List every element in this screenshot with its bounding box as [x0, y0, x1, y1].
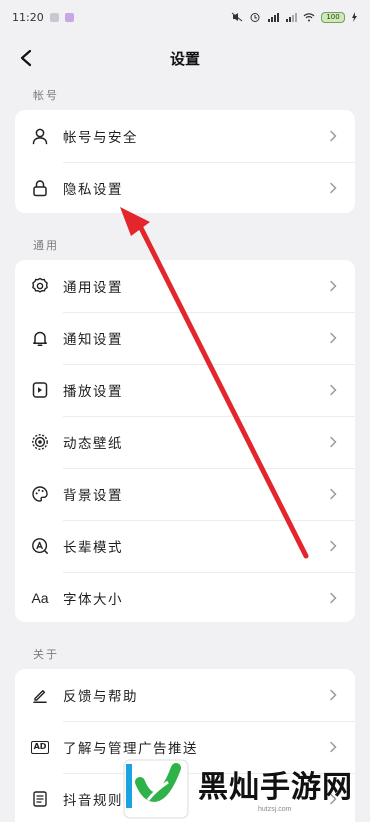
row-live-wallpaper[interactable]: 动态壁纸: [15, 416, 355, 468]
row-general-settings[interactable]: 通用设置: [15, 260, 355, 312]
row-playback-settings[interactable]: 播放设置: [15, 364, 355, 416]
row-feedback-help[interactable]: 反馈与帮助: [15, 669, 355, 721]
user-icon: [31, 127, 49, 145]
edit-icon: [31, 686, 49, 704]
status-left: 11:20: [12, 11, 74, 24]
section-label-general: 通用: [33, 239, 59, 252]
font-size-icon: Aa: [31, 590, 49, 606]
wifi-icon: [303, 13, 315, 22]
play-settings-icon: [31, 381, 49, 399]
rules-icon: [31, 790, 49, 808]
row-background-settings[interactable]: 背景设置: [15, 468, 355, 520]
watermark: 黑灿手游网: [118, 752, 370, 822]
row-label: 播放设置: [63, 384, 123, 400]
bell-icon: [31, 329, 49, 347]
row-font-size[interactable]: Aa 字体大小: [15, 572, 355, 622]
page-title: 设置: [169, 49, 200, 68]
watermark-url: hutzsj.com: [258, 806, 292, 813]
chevron-right-icon: [323, 432, 343, 452]
battery-indicator: 100: [321, 11, 345, 23]
charging-icon: [352, 12, 357, 22]
chevron-right-icon: [323, 178, 343, 198]
ad-icon: AD: [31, 740, 49, 754]
card-account: 帐号与安全 隐私设置: [15, 110, 355, 213]
chevron-right-icon: [323, 588, 343, 608]
row-label: 长辈模式: [63, 540, 123, 556]
chevron-right-icon: [323, 380, 343, 400]
lock-icon: [31, 179, 49, 197]
chevron-right-icon: [323, 484, 343, 504]
row-account-security[interactable]: 帐号与安全: [15, 110, 355, 162]
chevron-right-icon: [323, 276, 343, 296]
nav-bar: 设置: [0, 34, 370, 82]
row-label: 背景设置: [63, 488, 123, 504]
status-right: 100: [231, 11, 358, 23]
notification-app-icon: [49, 12, 59, 22]
back-button[interactable]: [14, 46, 38, 70]
signal-icon: [268, 13, 279, 22]
row-elder-mode[interactable]: 长辈模式: [15, 520, 355, 572]
row-label: 隐私设置: [63, 182, 123, 198]
live-wallpaper-icon: [31, 433, 49, 451]
row-label: 通用设置: [63, 280, 123, 296]
palette-icon: [31, 485, 49, 503]
row-label: 帐号与安全: [63, 130, 138, 146]
signal-2-icon: [286, 13, 297, 22]
gear-icon: [31, 277, 49, 295]
chevron-right-icon: [323, 536, 343, 556]
chevron-right-icon: [323, 328, 343, 348]
watermark-text: 黑灿手游网: [198, 770, 353, 805]
row-label: 字体大小: [63, 592, 123, 608]
chevron-right-icon: [323, 685, 343, 705]
section-label-about: 关于: [33, 648, 59, 661]
watermark-logo: [118, 752, 194, 822]
row-label: 通知设置: [63, 332, 123, 348]
row-label: 动态壁纸: [63, 436, 123, 452]
row-label: 反馈与帮助: [63, 689, 138, 705]
status-bar: 11:20 100: [0, 0, 370, 34]
mute-icon: [231, 12, 243, 22]
alarm-icon: [250, 13, 260, 22]
status-time: 11:20: [12, 10, 44, 24]
card-general: 通用设置 通知设置 播放设置 动态壁纸 背景设置 长辈模式 Aa 字体大小: [15, 260, 355, 622]
row-privacy-settings[interactable]: 隐私设置: [15, 162, 355, 213]
notification-app-icon-2: [64, 12, 74, 22]
back-arrow-icon: [20, 49, 32, 67]
chevron-right-icon: [323, 126, 343, 146]
elder-mode-icon: [31, 537, 49, 555]
row-notification-settings[interactable]: 通知设置: [15, 312, 355, 364]
section-label-account: 帐号: [33, 89, 59, 102]
